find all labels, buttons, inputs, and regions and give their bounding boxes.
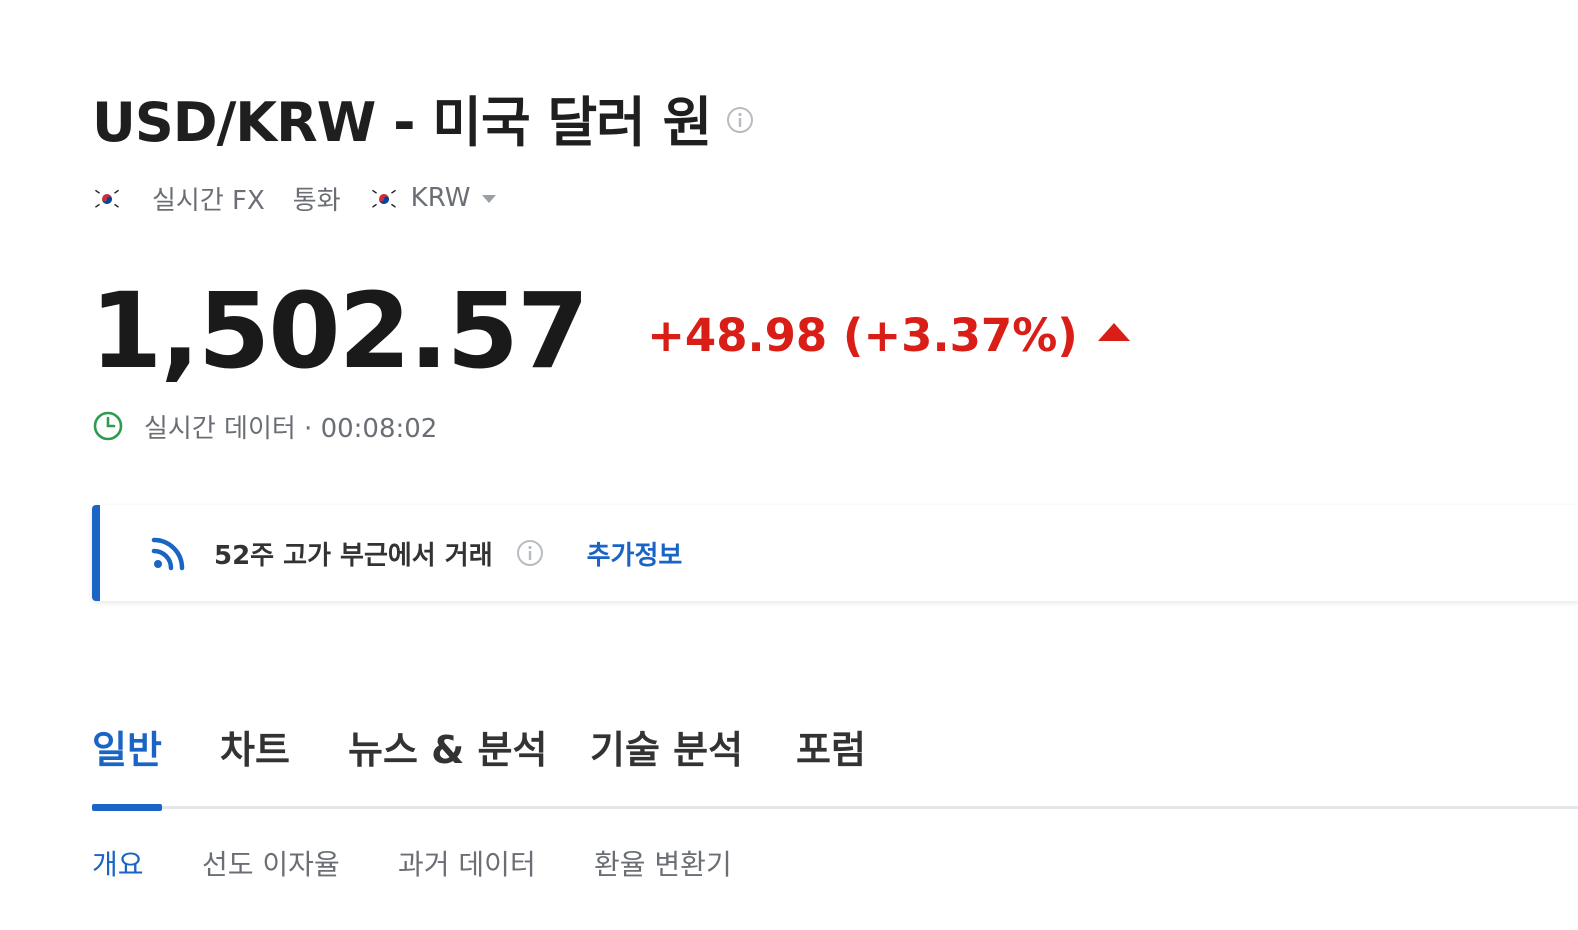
chevron-down-icon[interactable] — [482, 195, 497, 203]
realtime-status: 실시간 데이터 · 00:08:02 — [92, 406, 437, 446]
market-label: 실시간 FX — [152, 185, 265, 216]
up-arrow-icon — [1097, 323, 1130, 341]
clock-icon — [92, 410, 124, 442]
realtime-label: 실시간 데이터 · 00:08:02 — [144, 413, 438, 444]
instrument-meta: 실시간 FX 통화 KRW — [92, 176, 497, 220]
quote-page: USD/KRW - 미국 달러 원 실시간 FX 통화 KRW 1,502.57… — [0, 0, 1578, 930]
active-tab-indicator — [92, 804, 162, 811]
rss-icon — [150, 534, 188, 572]
currency-selector[interactable]: KRW — [411, 183, 471, 213]
alert-banner: 52주 고가 부근에서 거래 추가정보 — [92, 505, 1578, 601]
main-tabs: 일반 차트 뉴스 & 분석 기술 분석 포럼 — [92, 716, 1578, 812]
subtab-currency-converter[interactable]: 환율 변환기 — [594, 840, 732, 886]
korea-flag-icon — [368, 187, 399, 210]
tabs-divider — [92, 806, 1578, 809]
korea-flag-icon — [92, 187, 122, 210]
last-price: 1,502.57 — [90, 270, 589, 392]
tab-chart[interactable]: 차트 — [220, 716, 290, 776]
price-change: +48.98 (+3.37%) — [647, 308, 1078, 362]
tab-news-analysis[interactable]: 뉴스 & 분석 — [348, 716, 547, 776]
info-icon[interactable] — [725, 105, 755, 135]
page-title: USD/KRW - 미국 달러 원 — [92, 90, 712, 154]
info-icon[interactable] — [515, 538, 545, 568]
title-row: USD/KRW - 미국 달러 원 — [92, 82, 755, 154]
banner-message: 52주 고가 부근에서 거래 — [214, 540, 493, 571]
price-row: 1,502.57 +48.98 (+3.37%) — [90, 270, 1130, 392]
asset-type-label: 통화 — [292, 185, 341, 216]
tab-technical-analysis[interactable]: 기술 분석 — [590, 716, 743, 776]
subtab-historical-data[interactable]: 과거 데이터 — [398, 840, 536, 886]
subtab-overview[interactable]: 개요 — [92, 840, 144, 886]
tab-forum[interactable]: 포럼 — [796, 716, 866, 776]
subtab-forward-rates[interactable]: 선도 이자율 — [202, 840, 340, 886]
more-info-link[interactable]: 추가정보 — [587, 535, 683, 572]
tab-general[interactable]: 일반 — [92, 716, 162, 776]
